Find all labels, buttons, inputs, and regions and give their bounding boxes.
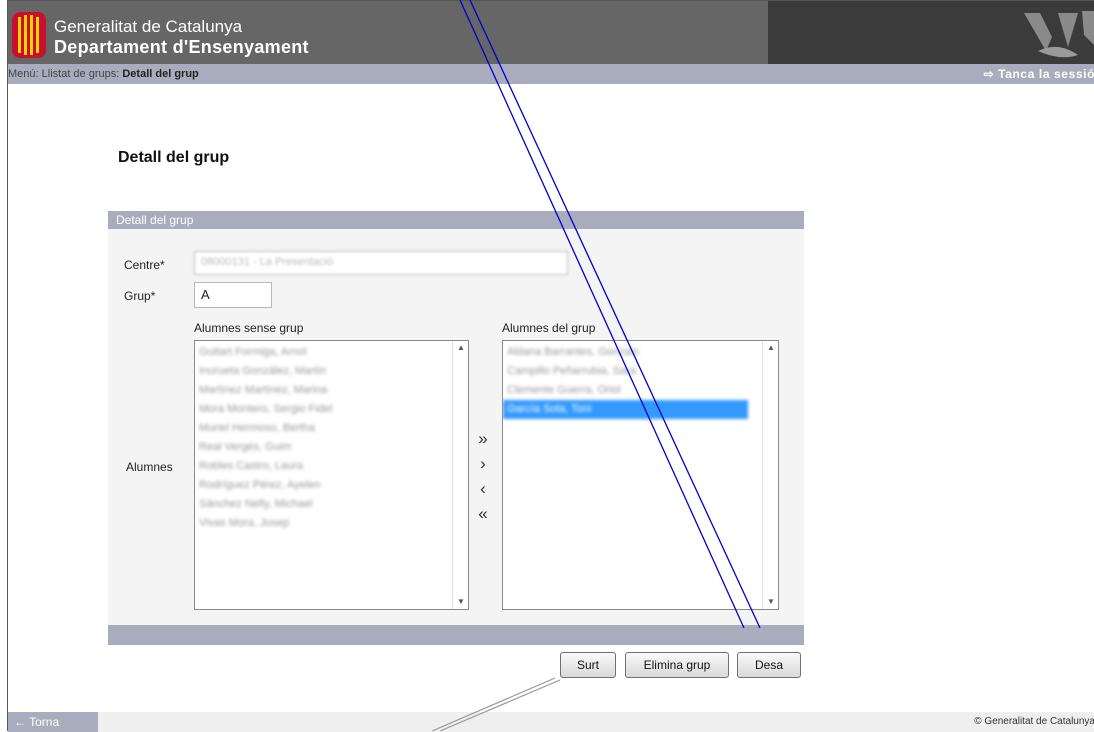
unassigned-student-item[interactable]: Mora Montero, Sergio Fidel (195, 400, 415, 419)
unassigned-student-item[interactable]: Inurueta González, Martín (195, 362, 415, 381)
unassigned-students-items: Guitart Formiga, Arnol Inurueta González,… (195, 341, 415, 533)
move-right-button[interactable]: › (471, 454, 495, 474)
unassigned-student-item[interactable]: Sánchez Nelly, Michael (195, 495, 415, 514)
breadcrumb-groups-link[interactable]: Llistat de grups: (42, 68, 120, 80)
breadcrumb: Menú: Llistat de grups: Detall del grup (8, 68, 199, 80)
centre-field[interactable]: 08000131 - La Presentació (194, 251, 568, 275)
logout-label: Tanca la sessió (998, 67, 1094, 81)
unassigned-student-item[interactable]: Vivas Mora, Josep (195, 514, 415, 533)
centre-label: Centre* (124, 258, 165, 272)
group-student-item[interactable]: Campillo Peñarrubia, Sara (503, 362, 748, 381)
grup-field[interactable]: A (194, 282, 272, 308)
panel-footer-bar (108, 625, 804, 645)
footer-bar: ← Torna © Generalitat de Catalunya (8, 712, 1094, 732)
copyright: © Generalitat de Catalunya (974, 716, 1094, 727)
unassigned-student-item[interactable]: Real Vergés, Guim (195, 438, 415, 457)
org-name-line1: Generalitat de Catalunya (54, 17, 243, 36)
scroll-up-icon[interactable]: ▲ (453, 343, 468, 352)
back-link[interactable]: ← Torna (8, 712, 98, 732)
unassigned-student-item[interactable]: Robles Castro, Laura (195, 457, 415, 476)
menu-link[interactable]: Menú: (8, 68, 39, 80)
grup-label: Grup* (124, 289, 156, 303)
unassigned-student-item[interactable]: Martínez Martínez, Marina (195, 381, 415, 400)
move-all-right-button[interactable]: » (471, 429, 495, 449)
app-frame: Generalitat de Catalunya Departament d'E… (7, 0, 1094, 732)
exit-button[interactable]: Surt (560, 652, 616, 678)
unassigned-student-item[interactable]: Rodríguez Pérez, Ayelen (195, 476, 415, 495)
scroll-up-icon[interactable]: ▲ (763, 343, 778, 352)
alumnes-label: Alumnes (126, 460, 173, 474)
scroll-down-icon[interactable]: ▼ (453, 597, 468, 606)
scroll-down-icon[interactable]: ▼ (763, 597, 778, 606)
org-name-line2: Departament d'Ensenyament (54, 37, 309, 57)
group-student-item[interactable]: García Sola, Toni (503, 400, 748, 419)
move-left-button[interactable]: ‹ (471, 479, 495, 499)
unassigned-students-list[interactable]: Guitart Formiga, Arnol Inurueta González,… (194, 340, 469, 610)
move-all-left-button[interactable]: « (471, 504, 495, 524)
group-student-item[interactable]: Clemente Guerra, Oriol (503, 381, 748, 400)
generalitat-logo-icon (12, 12, 46, 58)
group-students-list[interactable]: Aldana Barrantes, Gonzalo Campillo Peñarr… (502, 340, 779, 610)
logout-link[interactable]: ⇨ Tanca la sessió (984, 67, 1094, 81)
unassigned-students-title: Alumnes sense grup (194, 321, 304, 335)
right-list-scrollbar[interactable]: ▲ ▼ (762, 341, 778, 609)
group-students-items: Aldana Barrantes, Gonzalo Campillo Peñarr… (503, 341, 748, 419)
delete-group-button[interactable]: Elimina grup (625, 652, 729, 678)
group-student-item[interactable]: Aldana Barrantes, Gonzalo (503, 343, 748, 362)
menu-bar: Menú: Llistat de grups: Detall del grup … (8, 64, 1094, 84)
panel-header: Detall del grup (108, 211, 804, 229)
header: Generalitat de Catalunya Departament d'E… (8, 1, 1094, 64)
save-button[interactable]: Desa (737, 652, 801, 678)
group-students-title: Alumnes del grup (502, 321, 596, 335)
logout-icon: ⇨ (983, 67, 999, 81)
breadcrumb-current: Detall del grup (122, 68, 199, 80)
unassigned-student-item[interactable]: Muriel Hermoso, Bertha (195, 419, 415, 438)
page-title: Detall del grup (118, 149, 230, 166)
unassigned-student-item[interactable]: Guitart Formiga, Arnol (195, 343, 415, 362)
left-list-scrollbar[interactable]: ▲ ▼ (452, 341, 468, 609)
emblem-watermark-icon (1024, 11, 1094, 58)
